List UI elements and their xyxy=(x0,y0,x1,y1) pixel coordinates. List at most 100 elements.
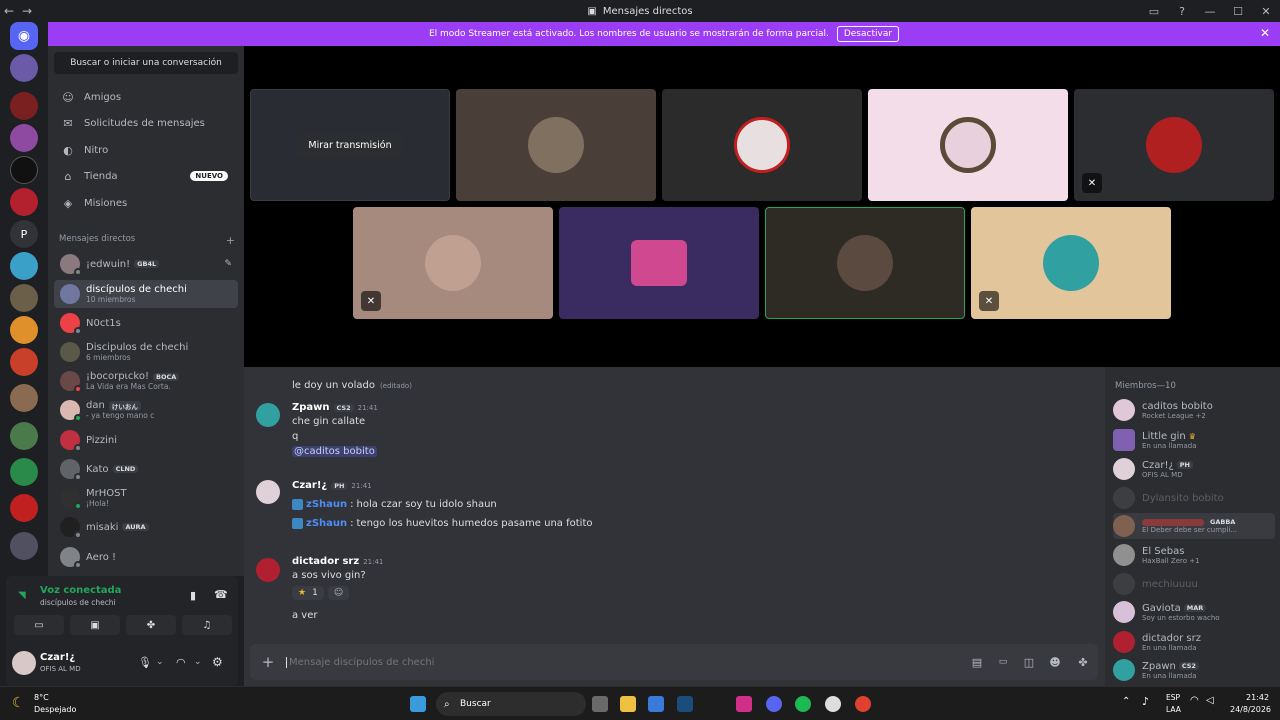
server-icon[interactable] xyxy=(10,284,38,312)
participant-tile[interactable]: ✕ xyxy=(1074,89,1274,201)
maximize-button[interactable]: ☐ xyxy=(1224,0,1252,22)
camera-button[interactable]: ▭ xyxy=(14,615,64,635)
nav-nitro[interactable]: ◐ Nitro xyxy=(54,138,238,162)
avatar[interactable] xyxy=(12,651,36,675)
author-name[interactable]: Czar!¿ xyxy=(292,480,327,491)
sticker-icon[interactable]: ◫ xyxy=(1016,656,1042,669)
member-item[interactable]: Czar!¿ PH OFIS AL MD xyxy=(1113,456,1275,482)
member-item[interactable]: dictador srz En una llamada xyxy=(1113,629,1275,655)
participant-tile[interactable] xyxy=(662,89,862,201)
plus-icon[interactable]: + xyxy=(226,234,235,247)
gif-icon[interactable]: ▭ xyxy=(990,657,1016,667)
participant-tile[interactable] xyxy=(765,207,965,319)
wifi-icon[interactable]: ◠ xyxy=(1190,695,1199,706)
server-icon[interactable] xyxy=(10,316,38,344)
chrome-icon[interactable] xyxy=(855,696,871,712)
server-icon[interactable] xyxy=(10,252,38,280)
emoji-icon[interactable]: ☻ xyxy=(1042,656,1068,669)
close-button[interactable]: ✕ xyxy=(1252,0,1280,22)
participant-tile[interactable] xyxy=(868,89,1068,201)
server-icon[interactable] xyxy=(10,458,38,486)
dm-item[interactable]: discípulos de chechi 10 miembros xyxy=(54,280,238,308)
dm-item[interactable]: Discipulos de chechi 6 miembros xyxy=(54,338,238,366)
microphone-icon[interactable]: ♪ xyxy=(1142,695,1149,708)
inbox-icon[interactable]: ▭ xyxy=(1140,0,1168,22)
server-icon[interactable] xyxy=(10,384,38,412)
github-icon[interactable] xyxy=(825,696,841,712)
member-item[interactable]: mechiuuuu xyxy=(1113,571,1275,597)
windows-start-icon[interactable] xyxy=(410,696,426,712)
member-item[interactable]: Gaviota MAR Soy un estorbo wacho xyxy=(1113,599,1275,625)
plus-icon[interactable]: + xyxy=(250,653,286,671)
search-conversation-button[interactable]: Buscar o iniciar una conversación xyxy=(54,52,238,74)
voice-channel[interactable]: discípulos de chechi xyxy=(40,598,116,607)
server-icon[interactable] xyxy=(10,156,38,184)
close-icon[interactable]: ✕ xyxy=(1260,26,1270,40)
member-item[interactable]: Zpawn CS2 En una llamada xyxy=(1113,657,1275,683)
dm-item[interactable]: Kato CLND xyxy=(54,455,238,483)
help-icon[interactable]: ? xyxy=(1168,0,1196,22)
disconnect-icon[interactable]: ☎ xyxy=(214,588,228,601)
member-item[interactable]: Little gin ♛ En una llamada xyxy=(1113,427,1275,453)
chevron-down-icon[interactable]: ⌄ xyxy=(194,657,202,667)
stream-tile[interactable]: Mirar transmisión xyxy=(250,89,450,201)
noise-suppression-icon[interactable]: ▮ xyxy=(190,589,196,602)
clock-time[interactable]: 21:42 xyxy=(1246,693,1269,702)
language[interactable]: ESP xyxy=(1166,693,1180,702)
bot-name[interactable]: zShaun xyxy=(306,518,347,529)
watch-stream-button[interactable]: Mirar transmisión xyxy=(297,132,403,158)
discord-icon[interactable] xyxy=(766,696,782,712)
participant-tile[interactable]: ✕ xyxy=(353,207,553,319)
nav-friends[interactable]: ☺ Amigos xyxy=(54,85,238,109)
headphones-icon[interactable]: ◠ xyxy=(176,656,186,669)
bot-name[interactable]: zShaun xyxy=(306,499,347,510)
mention[interactable]: @caditos bobito xyxy=(292,446,377,457)
avatar[interactable] xyxy=(256,403,280,427)
member-item[interactable]: GABBA El Deber debe ser cumpli... xyxy=(1113,513,1275,539)
nav-shop[interactable]: ⌂ Tienda NUEVO xyxy=(54,164,238,188)
weather-desc[interactable]: Despejado xyxy=(34,705,76,714)
author-name[interactable]: dictador srz xyxy=(292,556,359,567)
server-icon[interactable] xyxy=(10,124,38,152)
participant-tile[interactable]: ✕ xyxy=(971,207,1171,319)
server-icon[interactable]: P xyxy=(10,220,38,248)
member-item[interactable]: El Sebas HaxBall Zero +1 xyxy=(1113,542,1275,568)
instagram-icon[interactable] xyxy=(736,696,752,712)
home-icon[interactable]: ◉ xyxy=(10,22,38,50)
weather-temp[interactable]: 8°C xyxy=(34,693,49,702)
avatar[interactable] xyxy=(256,558,280,582)
participant-tile[interactable] xyxy=(456,89,656,201)
author-name[interactable]: Zpawn xyxy=(292,402,330,413)
server-icon[interactable] xyxy=(10,494,38,522)
steam-icon[interactable] xyxy=(677,696,693,712)
taskbar-search[interactable]: ⌕ Buscar xyxy=(436,692,586,716)
add-reaction-button[interactable]: ☺ xyxy=(327,586,350,600)
screenshare-button[interactable]: ▣ xyxy=(70,615,120,635)
region[interactable]: LAA xyxy=(1166,705,1181,714)
chevron-down-icon[interactable]: ⌄ xyxy=(156,657,164,667)
server-icon[interactable] xyxy=(10,348,38,376)
dm-item[interactable]: Aero ! xyxy=(54,543,238,571)
nav-message-requests[interactable]: ✉ Solicitudes de mensajes xyxy=(54,111,238,135)
dm-item[interactable]: Pizzini xyxy=(54,426,238,454)
voice-status[interactable]: Voz conectada xyxy=(40,585,121,596)
store-icon[interactable] xyxy=(648,696,664,712)
user-name[interactable]: Czar!¿ xyxy=(40,652,75,663)
participant-tile[interactable] xyxy=(559,207,759,319)
spotify-icon[interactable] xyxy=(795,696,811,712)
activities-button[interactable]: ✤ xyxy=(126,615,176,635)
weather-icon[interactable]: ☾ xyxy=(12,695,25,711)
dm-item[interactable]: N0ct1s xyxy=(54,309,238,337)
dm-item[interactable]: dan けいおん - ya tengo mano c xyxy=(54,396,238,424)
apps-icon[interactable]: ✤ xyxy=(1068,656,1098,669)
dm-item[interactable]: misaki AURA xyxy=(54,513,238,541)
microphone-icon[interactable]: 🎙︎ xyxy=(138,656,152,669)
server-icon[interactable] xyxy=(10,92,38,120)
avatar[interactable] xyxy=(256,480,280,504)
message-input[interactable] xyxy=(286,656,964,668)
member-item[interactable]: caditos bobito Rocket League +2 xyxy=(1113,397,1275,423)
task-view-icon[interactable] xyxy=(592,696,608,712)
clock-date[interactable]: 24/8/2026 xyxy=(1230,705,1271,714)
gear-icon[interactable]: ⚙ xyxy=(212,655,223,669)
disable-streamer-button[interactable]: Desactivar xyxy=(836,26,900,42)
